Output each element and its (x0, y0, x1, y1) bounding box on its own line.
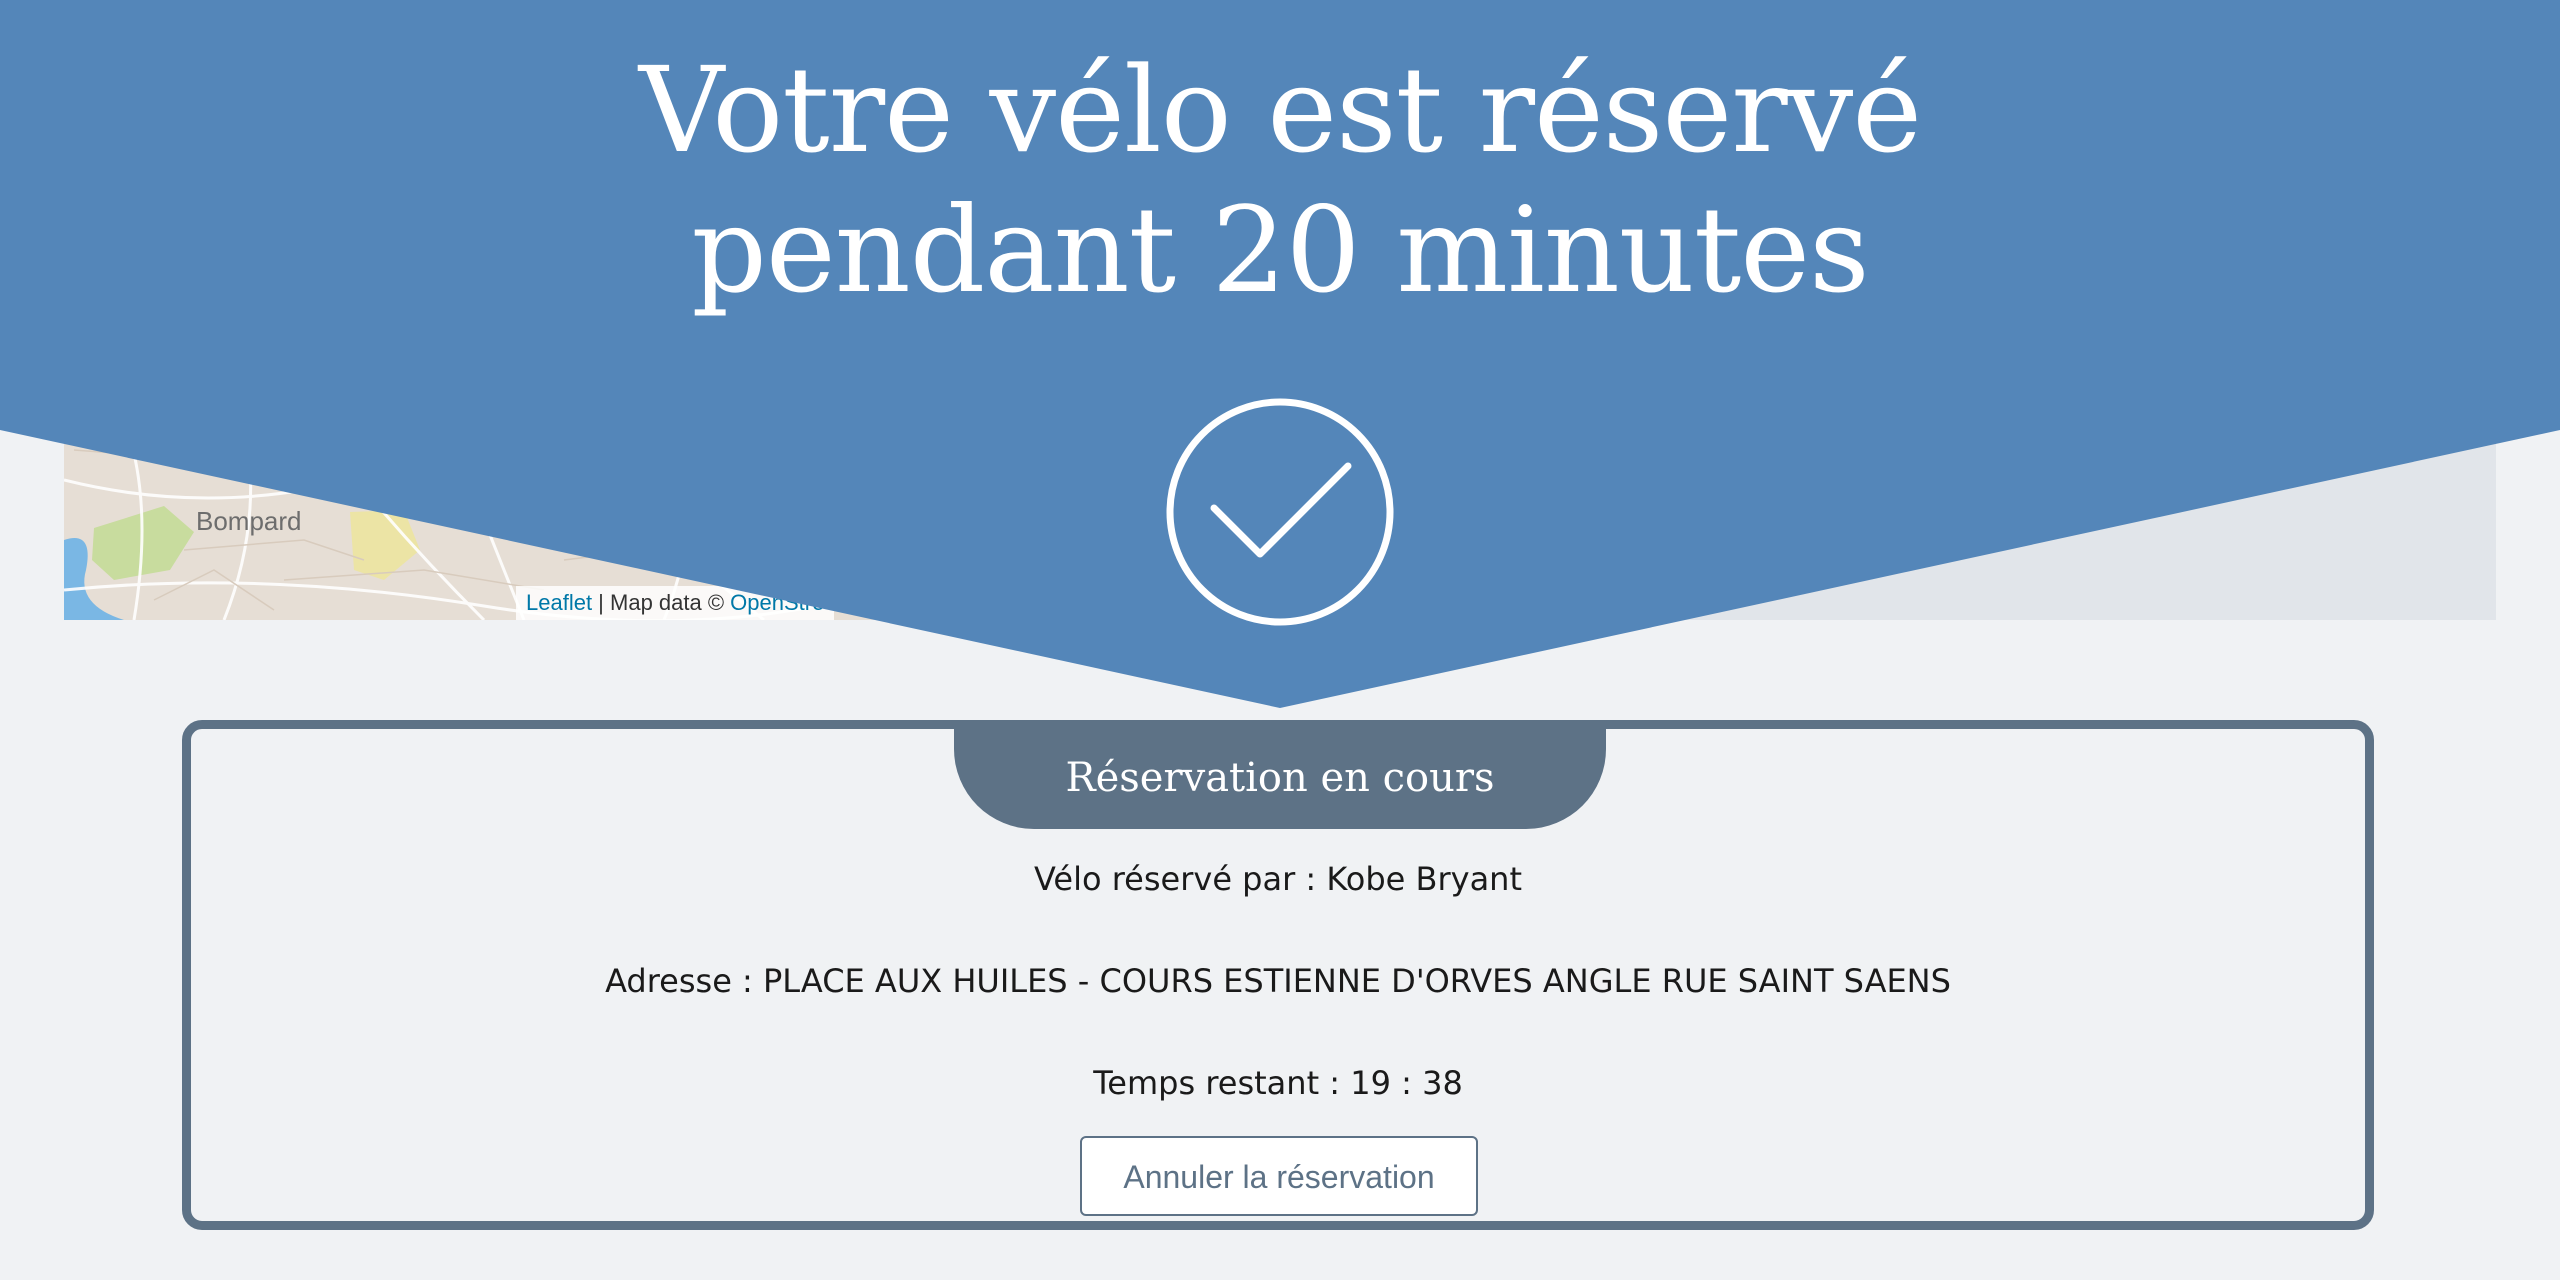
checkmark-circle-icon (1166, 398, 1394, 626)
address-text: Adresse : PLACE AUX HUILES - COURS ESTIE… (605, 962, 1951, 1000)
confirmation-title: Votre vélo est réservé pendant 20 minute… (0, 40, 2560, 320)
time-remaining-text: Temps restant : 19 : 38 (1093, 1064, 1463, 1102)
title-line-1: Votre vélo est réservé (638, 41, 1922, 179)
reserved-by-text: Vélo réservé par : Kobe Bryant (1033, 860, 1522, 898)
reservation-tab-title: Réservation en cours (954, 727, 1606, 829)
title-line-2: pendant 20 minutes (691, 181, 1869, 319)
cancel-reservation-button[interactable]: Annuler la réservation (1080, 1136, 1478, 1216)
